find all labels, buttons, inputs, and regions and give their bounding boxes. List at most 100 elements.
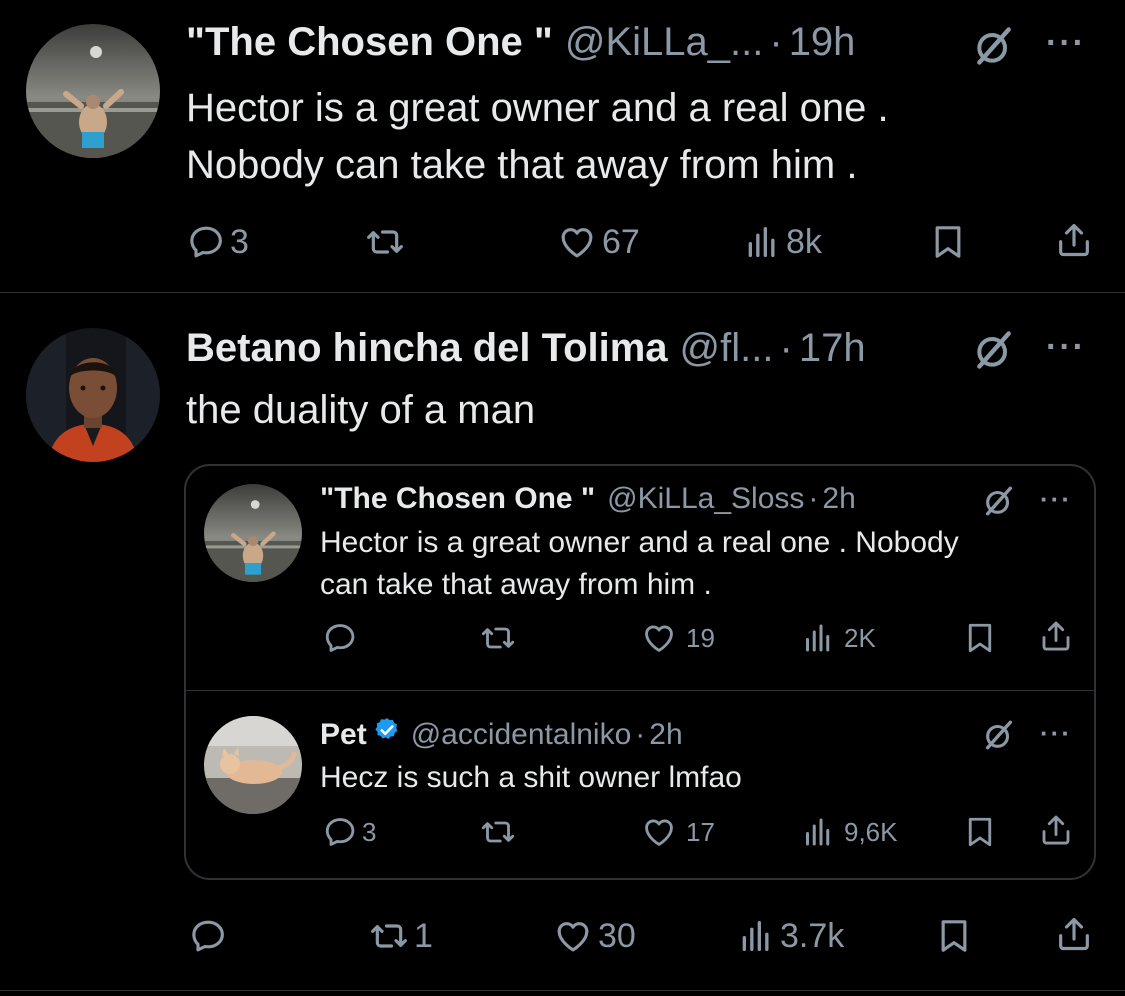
tweet-header: Betano hincha del Tolima @fl... · 17h	[186, 326, 866, 371]
avatar[interactable]	[26, 328, 160, 462]
grok-icon[interactable]	[972, 328, 1016, 372]
like-button[interactable]: 19	[640, 620, 715, 656]
grok-icon[interactable]	[982, 484, 1016, 518]
separator-dot: ·	[635, 718, 646, 751]
like-button[interactable]: 30	[552, 916, 636, 956]
tweet-header: "The Chosen One " @KiLLa_... · 19h	[186, 20, 855, 65]
retweet-icon	[368, 916, 410, 956]
tweet-text-line: Hector is a great owner and a real one .	[186, 86, 889, 130]
views-count: 9,6K	[844, 816, 898, 847]
avatar[interactable]	[204, 716, 302, 814]
tweet-text: the duality of a man	[186, 388, 536, 432]
avatar-image	[204, 716, 302, 814]
tweet-header: Pet @accidentalniko · 2h	[320, 716, 683, 752]
grok-icon[interactable]	[982, 718, 1016, 752]
reply-icon	[188, 916, 228, 956]
retweet-button[interactable]	[480, 620, 516, 656]
more-icon[interactable]: ···	[1040, 484, 1072, 515]
user-handle[interactable]: @fl...	[680, 326, 774, 371]
share-icon	[1038, 812, 1074, 848]
bookmark-button[interactable]	[934, 916, 974, 956]
display-name[interactable]: Pet	[320, 718, 367, 752]
more-icon[interactable]: ···	[1040, 718, 1072, 749]
retweet-count: 1	[414, 916, 433, 955]
user-handle[interactable]: @KiLLa_Sloss	[607, 482, 804, 516]
share-button[interactable]	[1054, 914, 1094, 954]
tweet-text-line: Nobody can take that away from him .	[186, 143, 858, 187]
share-button[interactable]	[1054, 220, 1094, 260]
separator-dot: ·	[779, 326, 793, 370]
views-count: 3.7k	[780, 916, 845, 955]
views-button[interactable]: 9,6K	[800, 814, 898, 850]
tweet-text-line: Hector is a great owner and a real one .…	[320, 526, 959, 559]
reply-button[interactable]: 3	[322, 814, 376, 850]
avatar-image	[26, 328, 160, 462]
retweet-icon	[480, 620, 516, 656]
like-icon	[640, 620, 678, 656]
like-count: 19	[686, 622, 715, 653]
bookmark-button[interactable]	[962, 620, 998, 656]
views-button[interactable]: 2K	[800, 620, 876, 656]
tweet-text: Hector is a great owner and a real one .…	[186, 80, 889, 194]
timestamp[interactable]: 19h	[789, 20, 856, 65]
timestamp[interactable]: 17h	[799, 326, 866, 371]
grok-icon[interactable]	[972, 24, 1016, 68]
views-icon	[742, 222, 782, 262]
like-count: 67	[602, 222, 640, 261]
reply-count: 3	[362, 816, 377, 847]
retweet-button[interactable]	[480, 814, 516, 850]
retweet-icon	[364, 222, 406, 262]
tweet-text-line: can take that away from him .	[320, 568, 712, 601]
like-count: 30	[598, 916, 636, 955]
more-icon[interactable]: ···	[1046, 328, 1086, 367]
display-name[interactable]: "The Chosen One "	[320, 482, 595, 516]
views-count: 8k	[786, 222, 822, 261]
like-icon	[552, 916, 594, 956]
views-button[interactable]: 8k	[742, 222, 822, 262]
reply-button[interactable]	[188, 916, 228, 956]
like-icon	[640, 814, 678, 850]
views-icon	[736, 916, 776, 956]
retweet-button[interactable]	[364, 222, 406, 262]
views-count: 2K	[844, 622, 876, 653]
share-button[interactable]	[1038, 812, 1074, 848]
share-icon	[1054, 914, 1094, 954]
timestamp[interactable]: 2h	[822, 482, 855, 516]
reply-button[interactable]	[322, 620, 358, 656]
tweet-text: Hecz is such a shit owner lmfao	[320, 761, 742, 794]
bookmark-icon	[934, 916, 974, 956]
bookmark-button[interactable]	[928, 222, 968, 262]
tweet-header: "The Chosen One " @KiLLa_Sloss · 2h	[320, 482, 856, 516]
avatar[interactable]	[26, 24, 160, 158]
reply-icon	[186, 222, 226, 262]
user-handle[interactable]: @accidentalniko	[411, 718, 632, 752]
display-name[interactable]: Betano hincha del Tolima	[186, 326, 668, 371]
avatar-image	[204, 484, 302, 582]
tweet-divider	[0, 990, 1125, 991]
retweet-icon	[480, 814, 516, 850]
display-name[interactable]: "The Chosen One "	[186, 20, 553, 65]
like-count: 17	[686, 816, 715, 847]
bookmark-icon	[962, 620, 998, 656]
like-button[interactable]: 17	[640, 814, 715, 850]
reply-button[interactable]: 3	[186, 222, 249, 262]
share-icon	[1038, 618, 1074, 654]
views-icon	[800, 814, 836, 850]
retweet-button[interactable]: 1	[368, 916, 433, 956]
views-button[interactable]: 3.7k	[736, 916, 844, 956]
timestamp[interactable]: 2h	[649, 718, 682, 752]
bookmark-button[interactable]	[962, 814, 998, 850]
user-handle[interactable]: @KiLLa_...	[565, 20, 764, 65]
tweet-text: Hector is a great owner and a real one .…	[320, 522, 959, 606]
like-icon	[556, 222, 598, 262]
avatar[interactable]	[204, 484, 302, 582]
bookmark-icon	[962, 814, 998, 850]
bookmark-icon	[928, 222, 968, 262]
reply-count: 3	[230, 222, 249, 261]
separator-dot: ·	[769, 20, 783, 64]
more-icon[interactable]: ···	[1046, 24, 1086, 63]
reply-icon	[322, 620, 358, 656]
views-icon	[800, 620, 836, 656]
share-button[interactable]	[1038, 618, 1074, 654]
like-button[interactable]: 67	[556, 222, 640, 262]
